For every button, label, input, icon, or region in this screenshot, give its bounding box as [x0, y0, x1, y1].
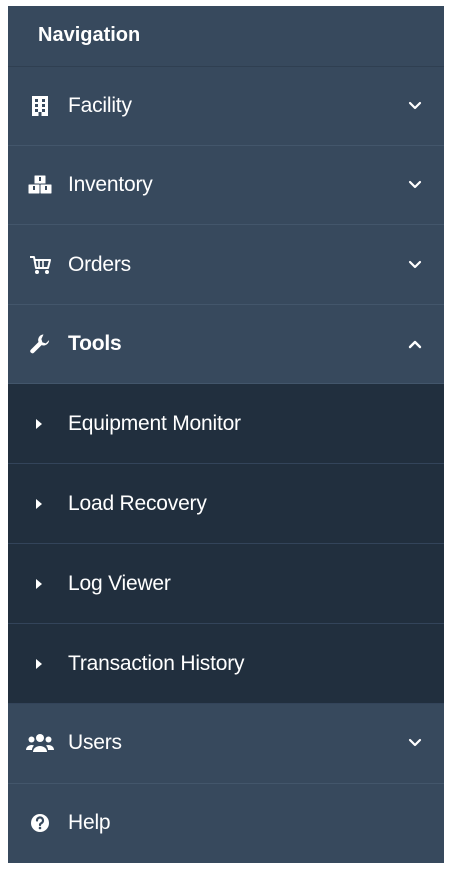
tools-submenu: Equipment Monitor Load Recovery Log View…: [8, 384, 444, 705]
sidebar-item-label: Orders: [68, 252, 131, 276]
cart-icon: [26, 253, 54, 277]
sidebar-item-facility[interactable]: Facility: [8, 67, 444, 146]
sidebar-item-inventory[interactable]: Inventory: [8, 146, 444, 226]
submenu-item-label: Equipment Monitor: [68, 411, 241, 435]
submenu-item-label: Transaction History: [68, 651, 245, 675]
submenu-item-label: Load Recovery: [68, 491, 207, 515]
caret-right-icon: [32, 577, 46, 591]
submenu-item-log-viewer[interactable]: Log Viewer: [8, 544, 444, 625]
sidebar-item-label: Help: [68, 811, 111, 835]
chevron-down-icon[interactable]: [406, 734, 424, 752]
sidebar: Navigation Facility Inventory Orders Too…: [8, 6, 444, 863]
caret-right-icon: [32, 657, 46, 671]
users-icon: [26, 731, 54, 755]
sidebar-item-tools[interactable]: Tools: [8, 305, 444, 385]
caret-right-icon: [32, 497, 46, 511]
navigation-header: Navigation: [8, 6, 444, 67]
sidebar-item-label: Users: [68, 731, 122, 755]
chevron-up-icon[interactable]: [406, 335, 424, 353]
submenu-item-label: Log Viewer: [68, 571, 171, 595]
submenu-item-transaction-history[interactable]: Transaction History: [8, 624, 444, 705]
sidebar-item-users[interactable]: Users: [8, 704, 444, 784]
chevron-down-icon[interactable]: [406, 176, 424, 194]
cubes-icon: [26, 173, 54, 197]
sidebar-item-label: Inventory: [68, 173, 153, 197]
sidebar-item-orders[interactable]: Orders: [8, 225, 444, 305]
chevron-down-icon[interactable]: [406, 256, 424, 274]
sidebar-item-label: Facility: [68, 93, 132, 117]
caret-right-icon: [32, 417, 46, 431]
sidebar-item-label: Tools: [68, 331, 122, 355]
wrench-icon: [26, 332, 54, 356]
building-icon: [26, 94, 54, 118]
chevron-down-icon[interactable]: [406, 97, 424, 115]
submenu-item-equipment-monitor[interactable]: Equipment Monitor: [8, 384, 444, 465]
question-circle-icon: [26, 811, 54, 835]
submenu-item-load-recovery[interactable]: Load Recovery: [8, 464, 444, 545]
sidebar-item-help[interactable]: Help: [8, 784, 444, 863]
